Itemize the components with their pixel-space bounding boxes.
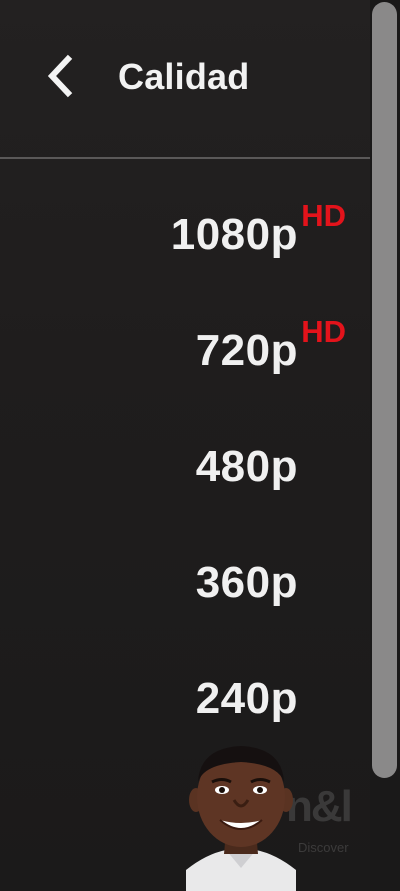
quality-option-480p[interactable]: 480p <box>18 422 298 512</box>
menu-header: Calidad <box>0 0 370 159</box>
quality-option-label: 360p <box>195 558 298 607</box>
quality-option-label: 720p <box>195 326 298 375</box>
quality-option-label: 240p <box>195 674 298 723</box>
person-face-image <box>186 746 296 891</box>
quality-option-720p[interactable]: 720p HD <box>18 306 346 396</box>
quality-option-label: 480p <box>195 442 298 491</box>
quality-option-240p[interactable]: 240p <box>18 654 298 744</box>
scrollbar-thumb[interactable] <box>372 2 397 778</box>
menu-title: Calidad <box>118 56 250 97</box>
quality-option-1080p[interactable]: 1080p HD <box>18 190 346 280</box>
hd-badge: HD <box>301 314 346 349</box>
quality-menu-panel: Calidad 1080p HD 720p HD 480p 360p 240p … <box>0 0 400 891</box>
quality-option-360p[interactable]: 360p <box>18 538 298 628</box>
back-button[interactable] <box>40 52 80 100</box>
hd-badge: HD <box>301 198 346 233</box>
chevron-left-icon <box>47 54 73 98</box>
background-watermark-sub: Discover <box>298 840 349 855</box>
quality-option-label: 1080p <box>170 210 298 259</box>
player-face-thumbnail <box>186 742 296 891</box>
